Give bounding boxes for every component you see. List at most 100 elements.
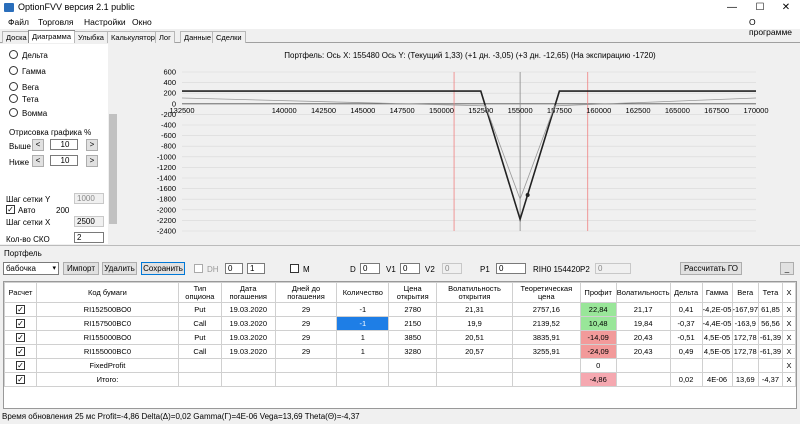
column-header[interactable]: Дней до погашения: [274, 282, 338, 303]
above-increment-button[interactable]: >: [86, 139, 98, 151]
cell-open-vol: 19,9: [436, 316, 513, 331]
calc-checkbox-cell[interactable]: ✓: [4, 330, 37, 345]
column-header[interactable]: Волатильность открытия: [436, 282, 513, 303]
scrollbar-thumb[interactable]: [109, 114, 117, 224]
calc-checkbox[interactable]: ✓: [15, 333, 25, 342]
radio-vomma[interactable]: [9, 108, 18, 117]
calc-checkbox-cell[interactable]: ✓: [4, 302, 37, 317]
calc-checkbox-cell[interactable]: ✓: [4, 372, 37, 387]
cell-remove[interactable]: X: [781, 358, 797, 373]
v1-input[interactable]: 0: [400, 263, 420, 274]
column-header[interactable]: Тип опциона: [177, 282, 222, 303]
radio-delta[interactable]: [9, 50, 18, 59]
v2-input[interactable]: 0: [442, 263, 462, 274]
portfolio-select[interactable]: бабочка ▾: [3, 262, 59, 275]
grid-y-input[interactable]: 1000: [74, 193, 104, 204]
tab-deals[interactable]: Сделки: [212, 31, 246, 43]
radio-gamma[interactable]: [9, 66, 18, 75]
below-input[interactable]: 10: [50, 155, 78, 166]
tab-calculator[interactable]: Калькулятор: [107, 31, 159, 43]
column-header[interactable]: Теоретическая цена: [511, 282, 581, 303]
x-tick-label: 165000: [665, 106, 690, 115]
column-header[interactable]: X: [781, 282, 797, 303]
column-header[interactable]: Расчет: [4, 282, 37, 303]
tab-smile[interactable]: Улыбка: [74, 31, 108, 43]
column-header[interactable]: Количество: [336, 282, 390, 303]
menu-file[interactable]: Файл: [8, 17, 29, 27]
grid-x-input[interactable]: 2500: [74, 216, 104, 227]
cell-days: 29: [274, 316, 338, 331]
settings-scrollbar[interactable]: [108, 44, 118, 244]
table-row[interactable]: ✓ RI152500BO0 Put 19.03.2020 29 -1 2780 21,31 27…: [4, 302, 797, 317]
splitter[interactable]: [0, 245, 800, 246]
column-header[interactable]: Тета: [757, 282, 783, 303]
column-header[interactable]: Дельта: [669, 282, 703, 303]
column-header[interactable]: Волатильность: [615, 282, 671, 303]
radio-vega[interactable]: [9, 82, 18, 91]
chart-svg: Портфель: Ось X: 155480 Ось Y: (Текущий …: [157, 51, 769, 236]
calc-checkbox-cell[interactable]: ✓: [4, 316, 37, 331]
cell-quantity[interactable]: -1: [336, 302, 390, 317]
cell-remove[interactable]: X: [781, 316, 797, 331]
cell-open-price[interactable]: 2150: [388, 316, 438, 331]
d-input[interactable]: 0: [360, 263, 380, 274]
p1-input[interactable]: 0: [496, 263, 526, 274]
column-header[interactable]: Вега: [731, 282, 759, 303]
calc-go-button[interactable]: Рассчитать ГО: [680, 262, 742, 275]
total-theta: -4,37: [757, 372, 783, 387]
below-increment-button[interactable]: >: [86, 155, 98, 167]
table-row[interactable]: ✓ RI155000BO0 Put 19.03.2020 29 1 3850 20,51 383…: [4, 330, 797, 345]
calc-checkbox[interactable]: ✓: [15, 305, 25, 314]
tab-data[interactable]: Данные: [180, 31, 216, 43]
maximize-button[interactable]: ☐: [746, 0, 774, 15]
tab-board[interactable]: Доска: [2, 31, 31, 43]
cell-open-price[interactable]: 3280: [388, 344, 438, 359]
minimize-panel-button[interactable]: _: [780, 262, 794, 275]
auto-checkbox[interactable]: ✓: [6, 205, 15, 214]
calc-checkbox[interactable]: ✓: [15, 319, 25, 328]
cell-remove[interactable]: X: [781, 302, 797, 317]
menu-settings[interactable]: Настройки: [84, 17, 126, 27]
cell-quantity[interactable]: 1: [336, 330, 390, 345]
calc-checkbox-cell[interactable]: ✓: [4, 344, 37, 359]
column-header[interactable]: Дата погашения: [220, 282, 276, 303]
dh-checkbox[interactable]: [194, 264, 203, 273]
cell-vega: -163,9: [731, 316, 759, 331]
tab-log[interactable]: Лог: [155, 31, 175, 43]
column-header[interactable]: Код бумаги: [35, 282, 179, 303]
sko-input[interactable]: 2: [74, 232, 104, 243]
above-input[interactable]: 10: [50, 139, 78, 150]
calc-checkbox[interactable]: ✓: [15, 347, 25, 356]
column-header[interactable]: Гамма: [701, 282, 733, 303]
above-decrement-button[interactable]: <: [32, 139, 44, 151]
cell-quantity[interactable]: -1: [336, 316, 390, 331]
calc-checkbox-cell[interactable]: ✓: [4, 358, 37, 373]
delete-button[interactable]: Удалить: [102, 262, 137, 275]
tab-diagram[interactable]: Диаграмма: [28, 30, 76, 43]
cell-open-price[interactable]: 3850: [388, 330, 438, 345]
cell-remove[interactable]: X: [781, 372, 797, 387]
menu-window[interactable]: Окно: [132, 17, 152, 27]
column-header[interactable]: Цена открытия: [388, 282, 438, 303]
cell-open-price[interactable]: 2780: [388, 302, 438, 317]
save-button[interactable]: Сохранить: [141, 262, 185, 275]
cell-remove[interactable]: X: [781, 330, 797, 345]
below-decrement-button[interactable]: <: [32, 155, 44, 167]
calc-checkbox[interactable]: ✓: [15, 361, 25, 370]
calc-checkbox[interactable]: ✓: [15, 375, 25, 384]
table-row[interactable]: ✓ RI157500BC0 Call 19.03.2020 29 -1 2150 19,9 21…: [4, 316, 797, 331]
fixed-profit-value[interactable]: 0: [579, 358, 617, 373]
p2-input[interactable]: 0: [595, 263, 631, 274]
cell-remove[interactable]: X: [781, 344, 797, 359]
dh-spin-2[interactable]: 1: [247, 263, 265, 274]
cell-quantity[interactable]: 1: [336, 344, 390, 359]
import-button[interactable]: Импорт: [63, 262, 99, 275]
close-button[interactable]: ✕: [772, 0, 800, 15]
m-checkbox[interactable]: [290, 264, 299, 273]
menu-trading[interactable]: Торговля: [38, 17, 74, 27]
dh-spin-1[interactable]: 0: [225, 263, 243, 274]
column-header[interactable]: Профит: [579, 282, 617, 303]
radio-theta[interactable]: [9, 94, 18, 103]
minimize-button[interactable]: —: [718, 0, 746, 15]
table-row[interactable]: ✓ RI155000BC0 Call 19.03.2020 29 1 3280 20,57 32…: [4, 344, 797, 359]
